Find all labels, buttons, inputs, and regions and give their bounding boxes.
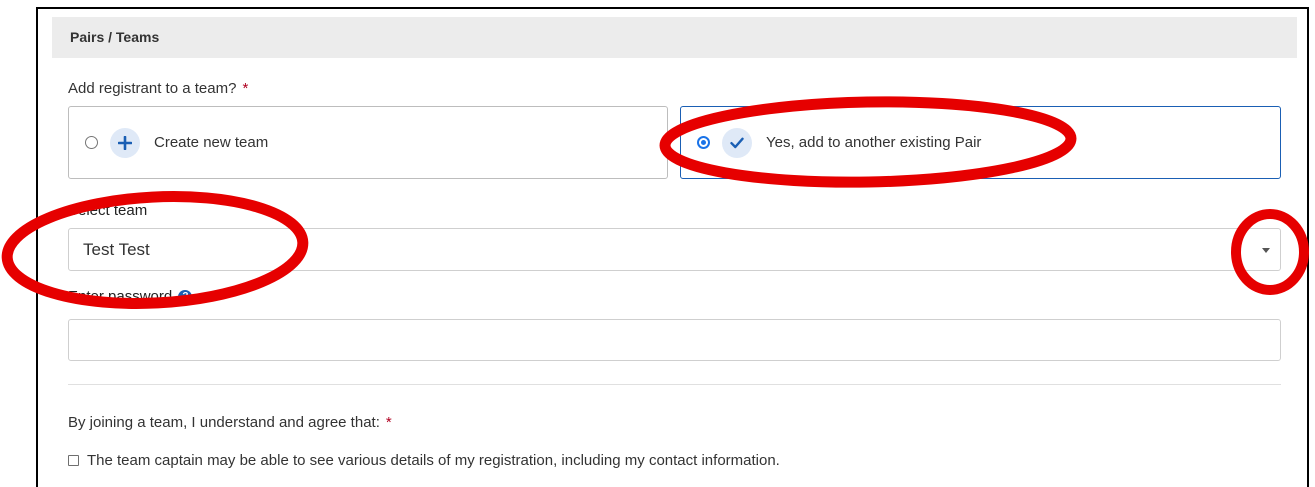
password-label: Enter password ? [68,288,193,305]
divider [68,384,1281,385]
question-icon[interactable]: ? [178,290,193,305]
option-add-existing-pair[interactable]: Yes, add to another existing Pair [680,106,1281,179]
agreement-checkbox-row[interactable]: The team captain may be able to see vari… [68,452,780,469]
password-label-text: Enter password [68,288,173,305]
required-marker: * [242,80,249,97]
team-question-label: Add registrant to a team? * [68,80,248,97]
team-question-text: Add registrant to a team? [68,80,237,97]
section-title: Pairs / Teams [52,17,1297,58]
caret-down-icon[interactable] [1262,248,1270,253]
agreement-text: By joining a team, I understand and agre… [68,414,380,431]
option-add-existing-pair-label: Yes, add to another existing Pair [766,134,982,151]
pairs-teams-panel: Pairs / Teams Add registrant to a team? *… [36,7,1309,487]
password-field[interactable] [68,319,1281,361]
select-team-dropdown[interactable]: Test Test [68,228,1281,271]
required-marker: * [385,414,392,431]
radio-create-new-team[interactable] [85,136,98,149]
select-team-value: Test Test [83,240,150,259]
agreement-checkbox-label: The team captain may be able to see vari… [87,452,780,469]
select-team-label: Select team [68,202,148,219]
plus-icon [110,127,140,158]
agreement-label: By joining a team, I understand and agre… [68,414,392,431]
option-create-new-team[interactable]: Create new team [68,106,668,179]
check-icon [722,127,752,158]
agreement-checkbox[interactable] [68,455,79,466]
option-create-new-team-label: Create new team [154,134,269,151]
radio-add-existing-pair[interactable] [697,136,710,149]
